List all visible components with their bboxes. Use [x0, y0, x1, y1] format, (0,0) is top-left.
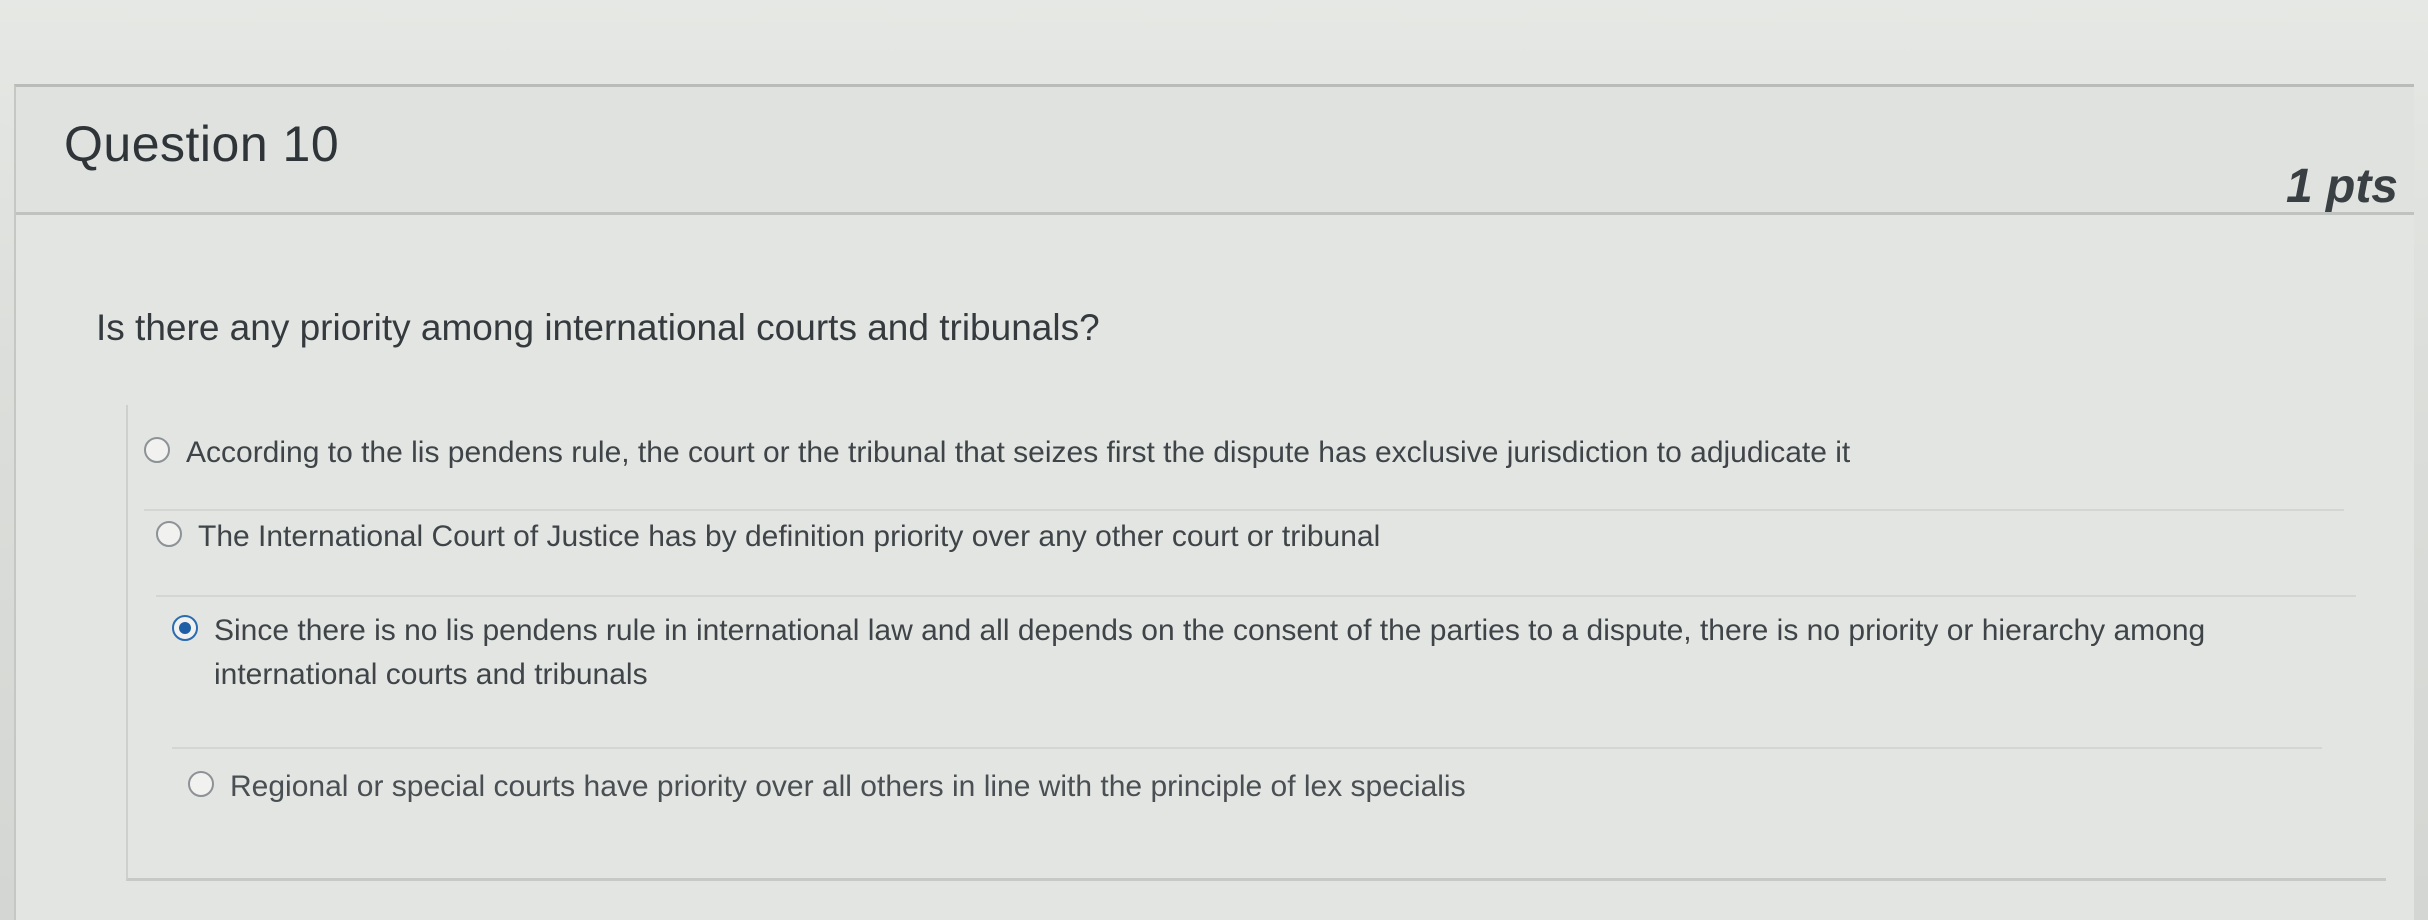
answer-option-3[interactable]: Since there is no lis pendens rule in in…	[172, 609, 2322, 749]
question-text: Is there any priority among internationa…	[96, 307, 1100, 348]
radio-button-icon[interactable]	[144, 437, 170, 463]
answer-option-1[interactable]: According to the lis pendens rule, the c…	[144, 431, 2344, 511]
radio-button-selected-icon[interactable]	[172, 615, 198, 641]
answer-list: According to the lis pendens rule, the c…	[126, 405, 2386, 881]
answer-option-2[interactable]: The International Court of Justice has b…	[156, 515, 2356, 597]
question-points: 1 pts	[2285, 160, 2398, 213]
question-title: Question 10	[64, 116, 340, 172]
question-body: Is there any priority among internationa…	[16, 215, 2414, 915]
answer-label: According to the lis pendens rule, the c…	[186, 436, 1851, 469]
question-card: Question 10 1 pts Is there any priority …	[14, 84, 2414, 920]
answer-label: The International Court of Justice has b…	[198, 520, 1381, 553]
answer-label: Regional or special courts have priority…	[230, 770, 1466, 803]
answer-label: Since there is no lis pendens rule in in…	[214, 614, 2206, 691]
answer-option-4[interactable]: Regional or special courts have priority…	[188, 765, 2388, 845]
radio-button-icon[interactable]	[188, 771, 214, 797]
question-header: Question 10 1 pts	[16, 87, 2414, 215]
radio-button-icon[interactable]	[156, 521, 182, 547]
